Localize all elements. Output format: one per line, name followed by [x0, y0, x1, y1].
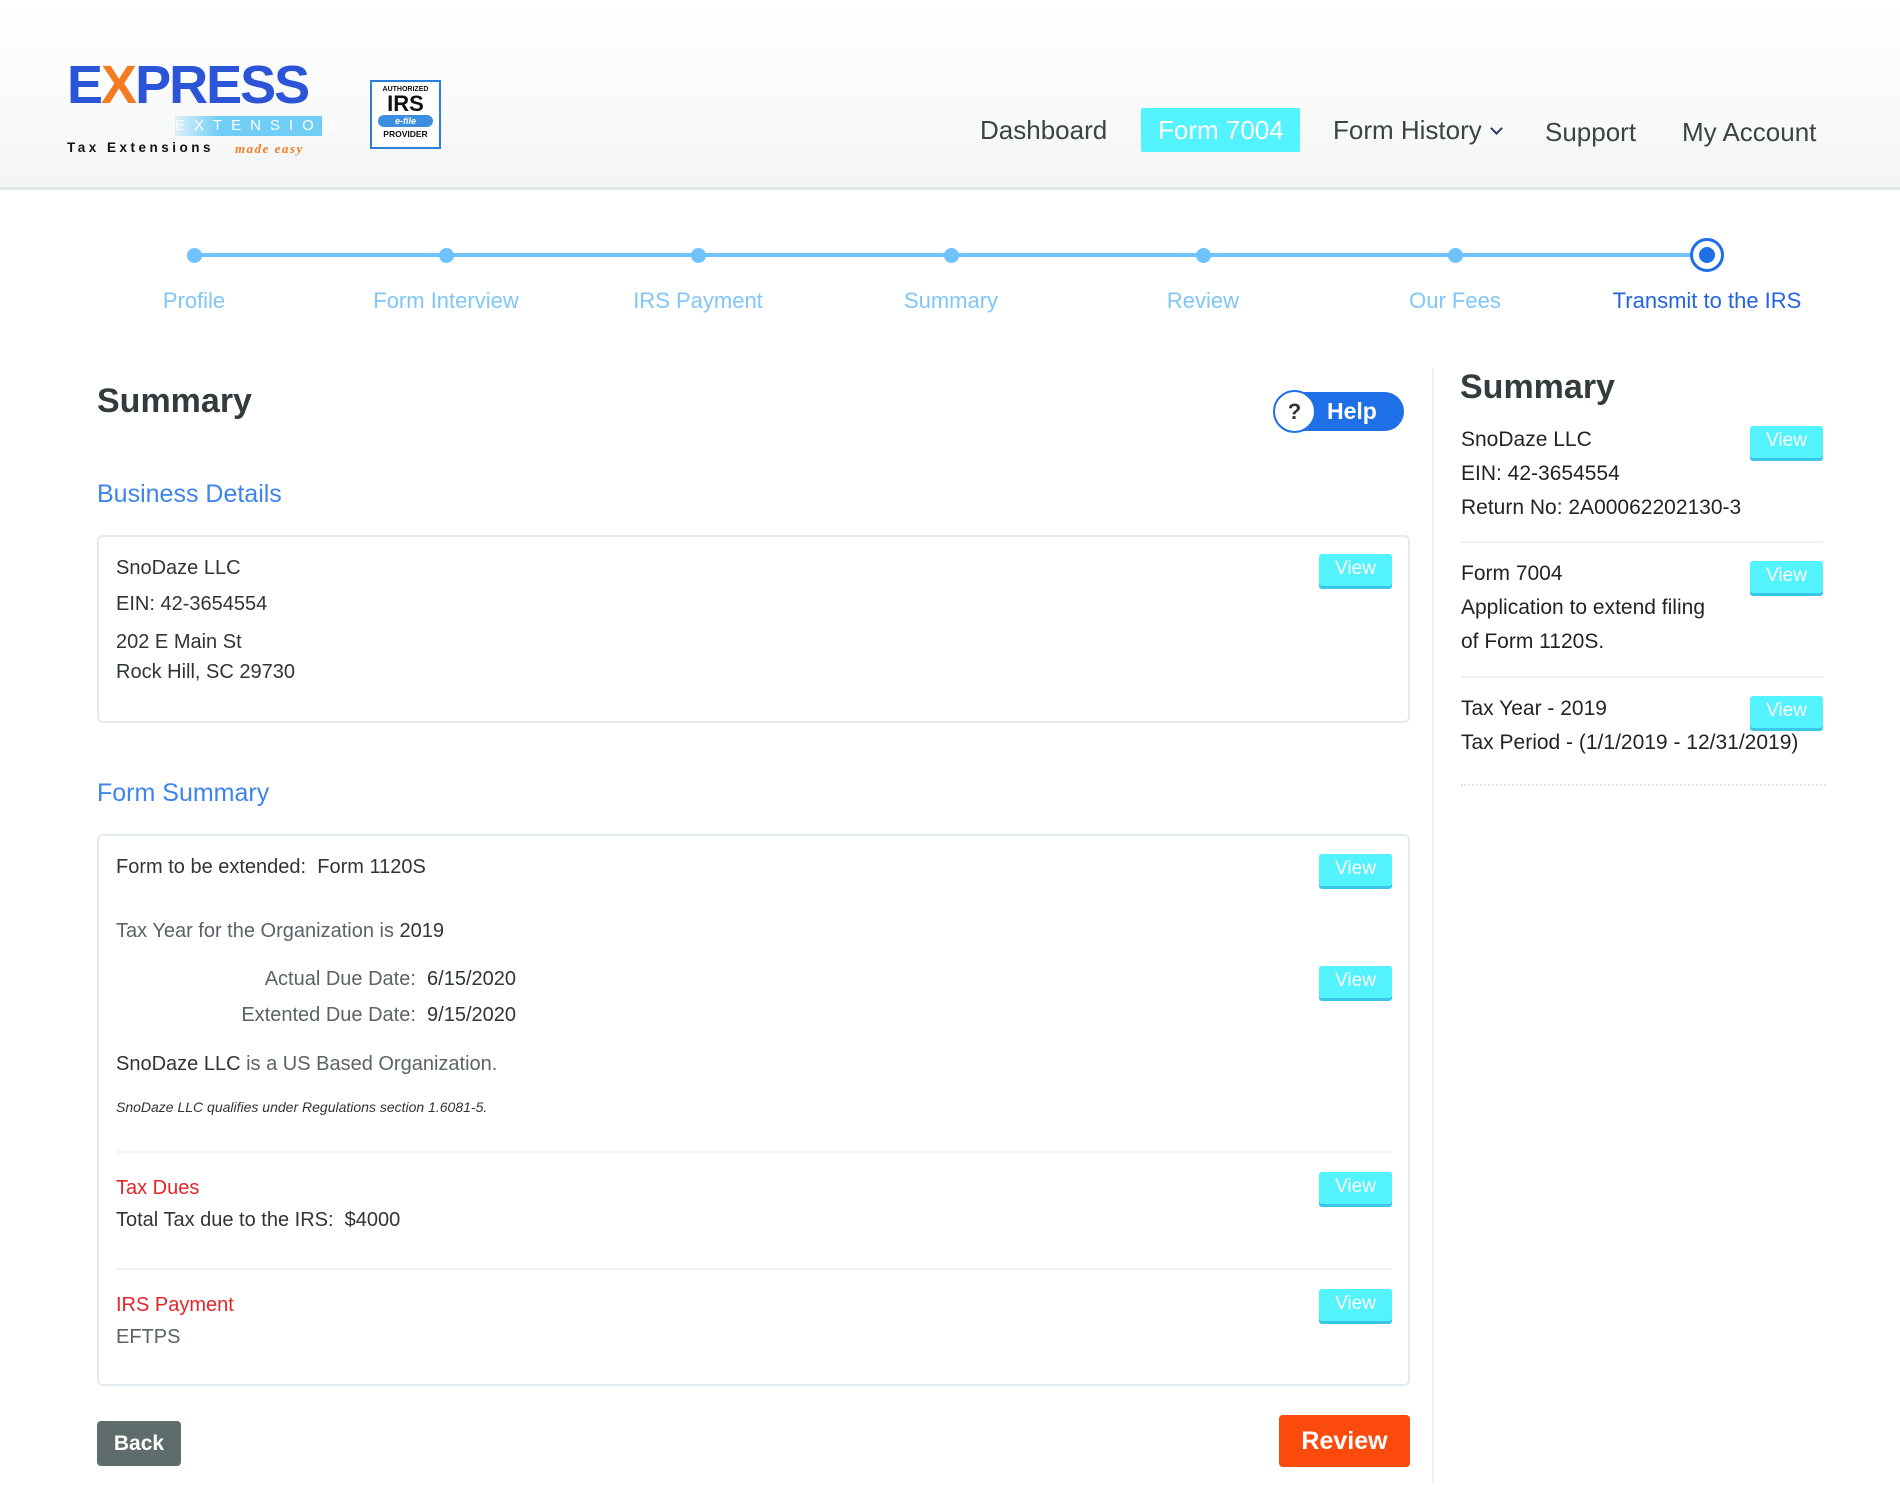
logo-letters: PRESS: [135, 55, 310, 115]
organization-row: SnoDaze LLC is a US Based Organization.: [116, 1053, 497, 1076]
view-due-dates-button[interactable]: View: [1319, 966, 1392, 998]
total-tax-value: $4000: [344, 1209, 401, 1231]
sidebar-view-form-button[interactable]: View: [1750, 561, 1823, 593]
form-extended-value: Form 1120S: [317, 856, 426, 878]
logo-letter-x: X: [101, 55, 137, 115]
organization-name: SnoDaze LLC: [116, 1053, 241, 1075]
step-dot: [944, 248, 959, 263]
sidebar-separator: [1461, 541, 1823, 543]
business-address-line2: Rock Hill, SC 29730: [116, 661, 295, 683]
nav-form-7004[interactable]: Form 7004: [1141, 108, 1300, 152]
form-extended-label: Form to be extended:: [116, 856, 307, 878]
step-dot: [1196, 248, 1211, 263]
section-divider: [116, 1151, 1391, 1153]
step-label: Profile: [162, 288, 226, 313]
step-label: Form Interview: [373, 288, 519, 313]
total-tax-row: Total Tax due to the IRS: $4000: [116, 1209, 400, 1232]
nav-my-account[interactable]: My Account: [1682, 110, 1816, 154]
tax-dues-heading: Tax Dues: [116, 1177, 200, 1199]
step-label: Review: [1166, 288, 1240, 313]
question-icon: ?: [1273, 390, 1316, 433]
view-business-details-button[interactable]: View: [1319, 554, 1392, 586]
sidebar-business-ein: EIN: 42-3654554: [1461, 462, 1620, 485]
organization-text: is a US Based Organization.: [246, 1053, 498, 1075]
logo-wordmark: EXPRESS: [67, 55, 310, 115]
chevron-down-icon: [1489, 122, 1503, 135]
regulation-note: SnoDaze LLC qualifies under Regulations …: [116, 1099, 488, 1115]
sidebar-title: Summary: [1460, 368, 1615, 406]
business-ein: EIN: 42-3654554: [116, 593, 268, 615]
business-name: SnoDaze LLC: [116, 557, 241, 579]
form-summary-heading: Form Summary: [97, 779, 270, 807]
business-details-heading: Business Details: [97, 480, 282, 508]
view-irs-payment-button[interactable]: View: [1319, 1289, 1392, 1321]
sidebar-form-line1: Application to extend filing: [1461, 596, 1705, 619]
step-label: Summary: [903, 288, 999, 313]
view-form-extended-button[interactable]: View: [1319, 854, 1392, 886]
top-header: EXPRESS EXTENSION Tax Extensions made ea…: [0, 0, 1900, 190]
sidebar-tax-year: Tax Year - 2019: [1461, 697, 1607, 720]
extended-due-date-row: Extented Due Date: 9/15/2020: [241, 1004, 516, 1027]
sidebar-form-line2: of Form 1120S.: [1461, 630, 1605, 653]
business-details-card: SnoDaze LLC EIN: 42-3654554 202 E Main S…: [97, 535, 1410, 723]
sidebar-form-title: Form 7004: [1461, 562, 1563, 585]
form-summary-card: Form to be extended: Form 1120S View Tax…: [97, 834, 1410, 1386]
business-address-line1: 202 E Main St: [116, 631, 242, 653]
logo-letter: E: [67, 55, 103, 115]
nav-dashboard[interactable]: Dashboard: [980, 108, 1107, 152]
form-extended-row: Form to be extended: Form 1120S: [116, 856, 426, 879]
nav-support[interactable]: Support: [1545, 110, 1636, 154]
tax-year-value: 2019: [399, 920, 445, 942]
step-dot: [439, 248, 454, 263]
sidebar-tax-period: Tax Period - (1/1/2019 - 12/31/2019): [1461, 731, 1799, 754]
sidebar-separator: [1461, 676, 1823, 678]
section-divider: [116, 1268, 1391, 1270]
help-button[interactable]: ? Help: [1273, 390, 1404, 433]
actual-due-label: Actual Due Date:: [264, 968, 416, 990]
sidebar-dotted-separator: [1461, 784, 1826, 786]
step-dot: [187, 248, 202, 263]
progress-stepper: Profile Form Interview IRS Payment Summa…: [0, 230, 1900, 330]
irs-payment-heading: IRS Payment: [116, 1294, 234, 1316]
sidebar-business-name: SnoDaze LLC: [1461, 428, 1592, 451]
extended-due-value: 9/15/2020: [427, 1004, 516, 1026]
step-label: Transmit to the IRS: [1612, 288, 1802, 313]
sidebar-view-tax-year-button[interactable]: View: [1750, 696, 1823, 728]
step-label: Our Fees: [1409, 288, 1501, 313]
help-label: Help: [1327, 398, 1377, 424]
nav-form-history-label: Form History: [1333, 115, 1482, 145]
extended-due-label: Extented Due Date:: [241, 1004, 416, 1026]
back-button[interactable]: Back: [97, 1421, 181, 1466]
sidebar-return-number: Return No: 2A00062202130-3: [1461, 496, 1742, 519]
step-dot: [1448, 248, 1463, 263]
tax-year-row: Tax Year for the Organization is 2019: [116, 920, 444, 943]
total-tax-label: Total Tax due to the IRS:: [116, 1209, 334, 1231]
nav-form-history[interactable]: Form History: [1333, 108, 1503, 152]
sidebar-divider: [1432, 368, 1434, 1483]
step-dot-current: [1690, 238, 1724, 272]
view-tax-dues-button[interactable]: View: [1319, 1172, 1392, 1204]
actual-due-date-row: Actual Due Date: 6/15/2020: [265, 968, 516, 991]
irs-payment-method: EFTPS: [116, 1326, 181, 1348]
sidebar-view-business-button[interactable]: View: [1750, 426, 1823, 458]
step-dot: [691, 248, 706, 263]
tax-year-text: Tax Year for the Organization is: [116, 920, 394, 942]
main-nav: Dashboard Form 7004 Form History Support…: [0, 108, 1900, 152]
page-title: Summary: [97, 382, 252, 420]
actual-due-value: 6/15/2020: [427, 968, 516, 990]
review-button[interactable]: Review: [1279, 1415, 1410, 1467]
step-label: IRS Payment: [633, 288, 763, 313]
